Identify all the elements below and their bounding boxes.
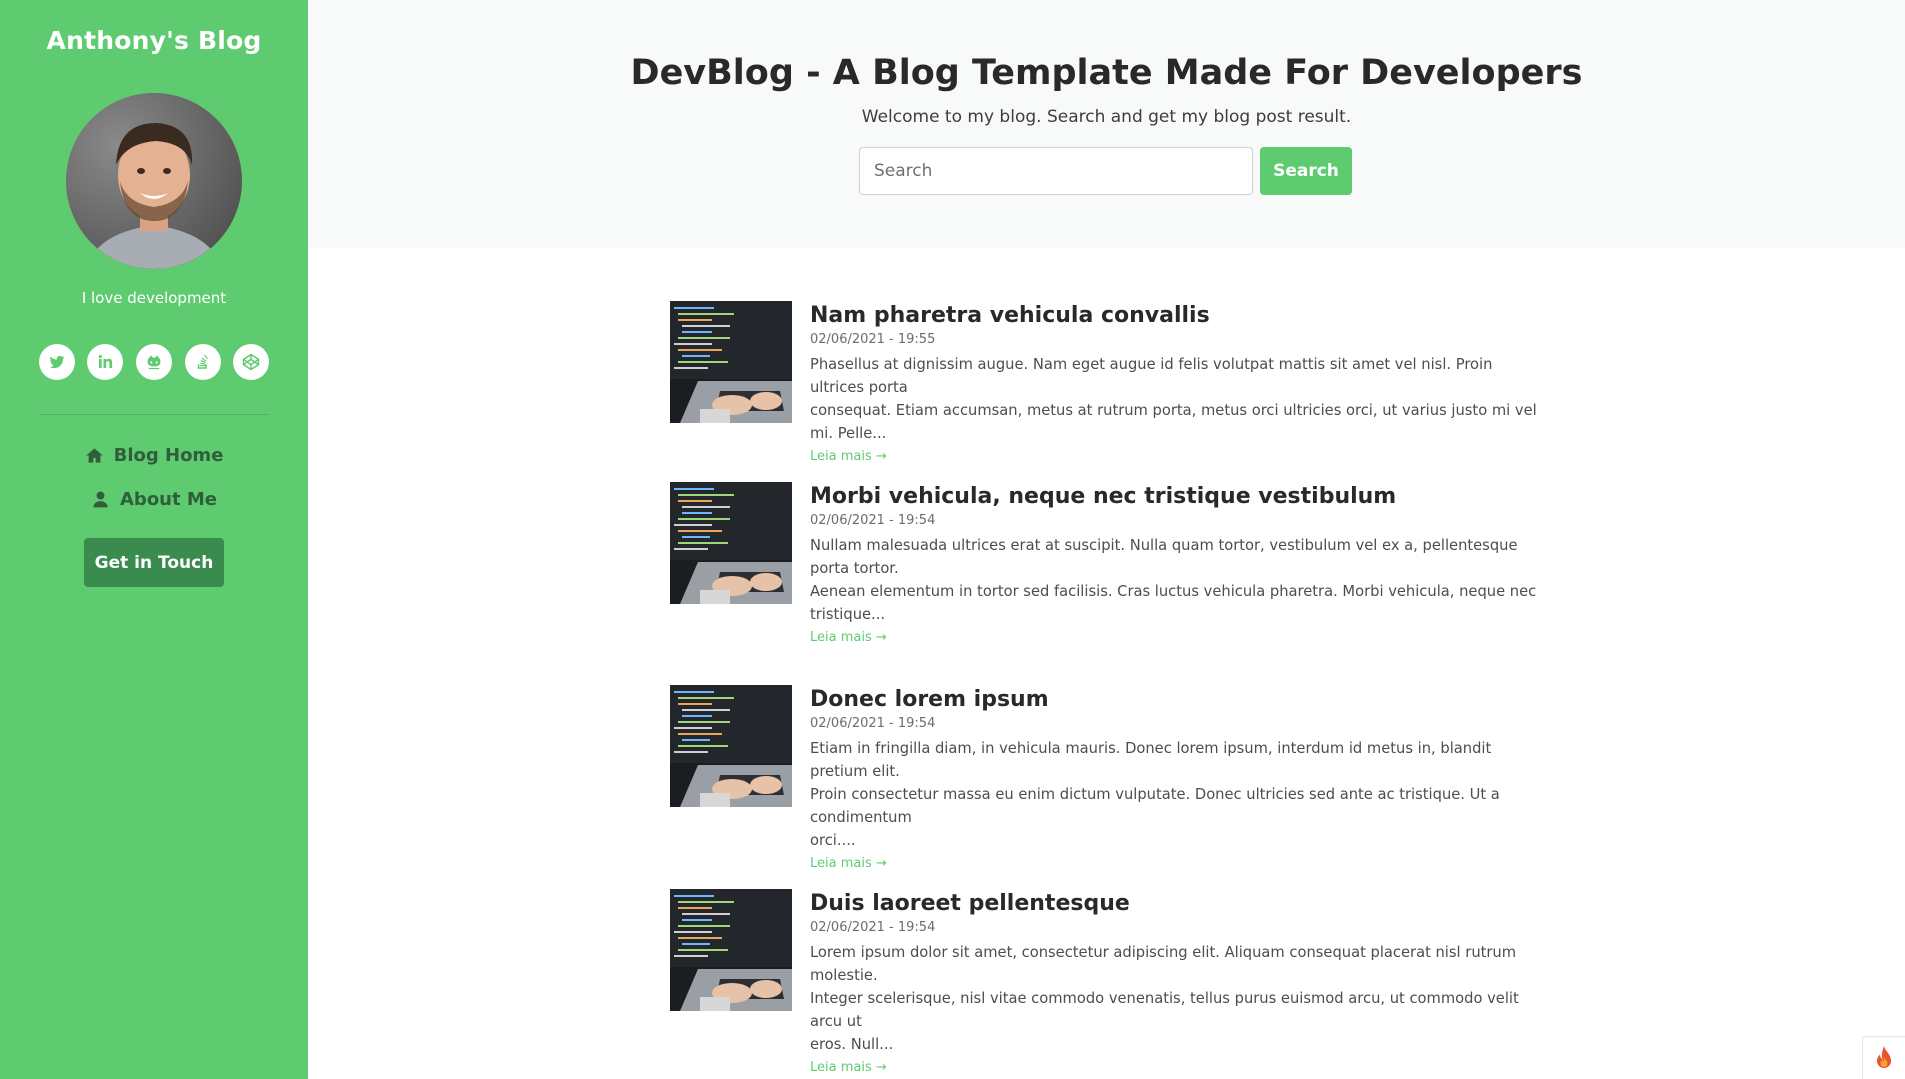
linkedin-icon (99, 354, 113, 368)
social-links (0, 344, 308, 380)
blog-name[interactable]: Anthony's Blog (0, 26, 308, 55)
post-body: Nam pharetra vehicula convallis 02/06/20… (810, 301, 1545, 464)
stack-overflow-link[interactable] (184, 344, 221, 380)
linkedin-link[interactable] (87, 344, 124, 380)
home-icon (85, 448, 103, 463)
post-date: 02/06/2021 - 19:55 (810, 332, 936, 347)
excerpt-line: Phasellus at dignissim augue. Nam eget a… (810, 356, 1493, 396)
github-link[interactable] (136, 344, 172, 380)
post-excerpt: Phasellus at dignissim augue. Nam eget a… (810, 353, 1545, 445)
post-excerpt: Etiam in fringilla diam, in vehicula mau… (810, 737, 1545, 852)
post-date: 02/06/2021 - 19:54 (810, 716, 936, 731)
twitter-icon (49, 355, 65, 369)
sidebar-divider (39, 414, 269, 415)
excerpt-line: tristique... (810, 606, 886, 623)
bio-text: I love development (81, 289, 227, 307)
post-date: 02/06/2021 - 19:54 (810, 920, 936, 935)
excerpt-line: Etiam in fringilla diam, in vehicula mau… (810, 740, 1492, 780)
excerpt-line: Integer scelerisque, nisl vitae commodo … (810, 990, 1519, 1030)
laptop-code-image (670, 482, 792, 604)
nav-item-blog-home[interactable]: Blog Home (0, 442, 308, 469)
nav-item-label: About Me (120, 489, 217, 510)
post-body: Donec lorem ipsum 02/06/2021 - 19:54 Eti… (810, 685, 1545, 871)
read-more-link[interactable]: Leia mais → (810, 449, 887, 464)
post-thumbnail[interactable] (670, 685, 792, 807)
excerpt-line: consequat. Etiam accumsan, metus at rutr… (810, 402, 1537, 442)
avatar (66, 93, 242, 269)
user-icon (93, 491, 108, 508)
sidebar-nav: Blog Home About Me (0, 442, 308, 530)
post-thumbnail[interactable] (670, 301, 792, 423)
github-icon (147, 355, 161, 370)
nav-item-about-me[interactable]: About Me (0, 486, 308, 513)
post-title[interactable]: Nam pharetra vehicula convallis (810, 301, 1545, 331)
excerpt-line: orci.... (810, 832, 856, 849)
search-input[interactable] (859, 147, 1253, 195)
nav-item-label: Blog Home (113, 445, 224, 466)
excerpt-line: Lorem ipsum dolor sit amet, consectetur … (810, 944, 1517, 984)
excerpt-line: Aenean elementum in tortor sed facilisis… (810, 583, 1537, 600)
codepen-link[interactable] (233, 344, 270, 380)
excerpt-line: Nullam malesuada ultrices erat at suscip… (810, 537, 1518, 577)
search-button[interactable]: Search (1260, 147, 1352, 195)
excerpt-line: eros. Null... (810, 1036, 894, 1053)
codepen-icon (242, 353, 260, 371)
post-thumbnail[interactable] (670, 482, 792, 604)
post-title[interactable]: Donec lorem ipsum (810, 685, 1545, 715)
post-thumbnail[interactable] (670, 889, 792, 1011)
post-title[interactable]: Morbi vehicula, neque nec tristique vest… (810, 482, 1545, 512)
excerpt-line: Proin consectetur massa eu enim dictum v… (810, 786, 1500, 826)
twitter-link[interactable] (38, 344, 75, 380)
header-band: DevBlog - A Blog Template Made For Devel… (308, 0, 1905, 248)
post-body: Morbi vehicula, neque nec tristique vest… (810, 482, 1545, 645)
post-excerpt: Lorem ipsum dolor sit amet, consectetur … (810, 941, 1545, 1056)
laptop-code-image (670, 685, 792, 807)
page-subtitle: Welcome to my blog. Search and get my bl… (861, 107, 1352, 127)
stack-overflow-icon (197, 354, 208, 369)
post-date: 02/06/2021 - 19:54 (810, 513, 936, 528)
laptop-code-image (670, 301, 792, 423)
read-more-link[interactable]: Leia mais → (810, 1060, 887, 1075)
read-more-link[interactable]: Leia mais → (810, 630, 887, 645)
page-title: DevBlog - A Blog Template Made For Devel… (630, 53, 1583, 93)
sidebar: Anthony's Blog I love development Blog H… (0, 0, 308, 1079)
laptop-code-image (670, 889, 792, 1011)
read-more-link[interactable]: Leia mais → (810, 856, 887, 871)
post-body: Duis laoreet pellentesque 02/06/2021 - 1… (810, 889, 1545, 1075)
corner-badge[interactable] (1862, 1036, 1905, 1079)
post-title[interactable]: Duis laoreet pellentesque (810, 889, 1545, 919)
get-in-touch-button[interactable]: Get in Touch (84, 538, 224, 587)
avatar-photo (66, 93, 242, 269)
post-excerpt: Nullam malesuada ultrices erat at suscip… (810, 534, 1545, 626)
flame-icon (1877, 1046, 1891, 1068)
